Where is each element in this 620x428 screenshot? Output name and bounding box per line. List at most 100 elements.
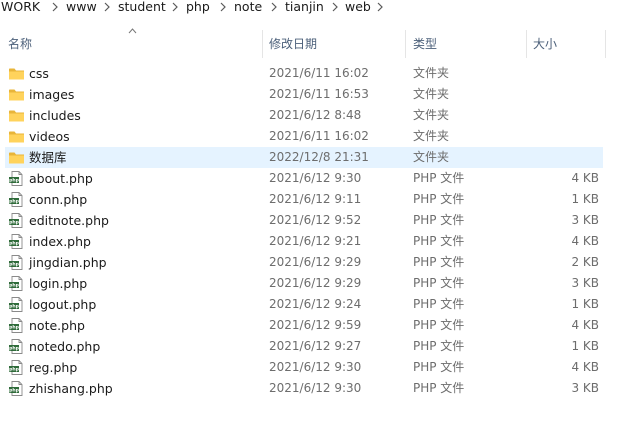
file-row[interactable]: php notedo.php 2021/6/12 9:27 PHP 文件 1 KB xyxy=(0,336,620,357)
breadcrumb-item-web[interactable]: web xyxy=(345,0,371,14)
svg-text:php: php xyxy=(9,199,20,205)
file-name: index.php xyxy=(29,234,91,249)
svg-text:php: php xyxy=(9,388,20,394)
column-header-size[interactable]: 大小 xyxy=(533,30,557,58)
breadcrumb-item-php[interactable]: php xyxy=(186,0,210,14)
file-row[interactable]: php about.php 2021/6/12 9:30 PHP 文件 4 KB xyxy=(0,168,620,189)
chevron-right-icon[interactable] xyxy=(332,2,338,12)
file-name: notedo.php xyxy=(29,339,101,354)
file-row[interactable]: php zhishang.php 2021/6/12 9:30 PHP 文件 3 KB xyxy=(0,378,620,399)
file-row[interactable]: php jingdian.php 2021/6/12 9:29 PHP 文件 2 KB xyxy=(0,252,620,273)
php-file-icon: php xyxy=(8,380,25,397)
chevron-right-icon[interactable] xyxy=(220,2,226,12)
file-row[interactable]: php reg.php 2021/6/12 9:30 PHP 文件 4 KB xyxy=(0,357,620,378)
file-row[interactable]: videos 2021/6/11 16:02 文件夹 xyxy=(0,126,620,147)
file-type: 文件夹 xyxy=(413,129,450,143)
breadcrumb-item-student[interactable]: student xyxy=(118,0,166,14)
file-type: PHP 文件 xyxy=(413,234,465,248)
php-file-icon: php xyxy=(8,191,25,208)
svg-text:php: php xyxy=(9,178,20,184)
file-modified-date: 2021/6/12 9:29 xyxy=(269,276,362,290)
chevron-right-icon[interactable] xyxy=(377,2,383,12)
file-name: reg.php xyxy=(29,360,78,375)
column-header-date[interactable]: 修改日期 xyxy=(269,30,317,58)
file-size: 3 KB xyxy=(571,381,599,395)
file-name: jingdian.php xyxy=(29,255,107,270)
file-modified-date: 2021/6/12 9:30 xyxy=(269,360,362,374)
chevron-right-icon[interactable] xyxy=(104,2,110,12)
file-row[interactable]: php logout.php 2021/6/12 9:24 PHP 文件 1 KB xyxy=(0,294,620,315)
file-list: css 2021/6/11 16:02 文件夹 images 2021/6/11 16:… xyxy=(0,63,620,399)
svg-text:php: php xyxy=(9,283,20,289)
file-modified-date: 2021/6/12 9:24 xyxy=(269,297,362,311)
file-name: includes xyxy=(29,108,81,123)
file-type: PHP 文件 xyxy=(413,381,465,395)
file-size: 1 KB xyxy=(571,339,599,353)
file-modified-date: 2021/6/12 9:11 xyxy=(269,192,362,206)
file-type: 文件夹 xyxy=(413,66,450,80)
column-header-name[interactable]: 名称 xyxy=(8,30,32,58)
file-name: videos xyxy=(29,129,70,144)
file-type: PHP 文件 xyxy=(413,255,465,269)
php-file-icon: php xyxy=(8,359,25,376)
svg-text:php: php xyxy=(9,367,20,373)
file-size: 1 KB xyxy=(571,297,599,311)
file-row[interactable]: php index.php 2021/6/12 9:21 PHP 文件 4 KB xyxy=(0,231,620,252)
column-divider[interactable] xyxy=(605,30,606,58)
chevron-right-icon[interactable] xyxy=(52,2,58,12)
breadcrumb-item-www[interactable]: www xyxy=(66,0,97,14)
svg-text:php: php xyxy=(9,262,20,268)
file-modified-date: 2021/6/12 9:30 xyxy=(269,381,362,395)
breadcrumb-item-tianjin[interactable]: tianjin xyxy=(285,0,324,14)
file-row[interactable]: 数据库 2022/12/8 21:31 文件夹 xyxy=(0,147,620,168)
column-divider[interactable] xyxy=(262,30,263,58)
file-modified-date: 2021/6/12 9:27 xyxy=(269,339,362,353)
file-size: 4 KB xyxy=(571,360,599,374)
file-size: 4 KB xyxy=(571,318,599,332)
file-row[interactable]: css 2021/6/11 16:02 文件夹 xyxy=(0,63,620,84)
file-modified-date: 2021/6/11 16:02 xyxy=(269,66,369,80)
file-row[interactable]: php login.php 2021/6/12 9:29 PHP 文件 3 KB xyxy=(0,273,620,294)
file-size: 2 KB xyxy=(571,255,599,269)
file-type: PHP 文件 xyxy=(413,318,465,332)
file-name: zhishang.php xyxy=(29,381,113,396)
file-name: css xyxy=(29,66,49,81)
file-name: editnote.php xyxy=(29,213,109,228)
file-type: PHP 文件 xyxy=(413,213,465,227)
chevron-right-icon[interactable] xyxy=(271,2,277,12)
file-row[interactable]: php conn.php 2021/6/12 9:11 PHP 文件 1 KB xyxy=(0,189,620,210)
file-name: about.php xyxy=(29,171,93,186)
breadcrumb-item-work[interactable]: WORK xyxy=(1,0,40,14)
file-name: 数据库 xyxy=(29,150,67,165)
file-row[interactable]: php editnote.php 2021/6/12 9:52 PHP 文件 3 KB xyxy=(0,210,620,231)
file-modified-date: 2021/6/12 9:29 xyxy=(269,255,362,269)
php-file-icon: php xyxy=(8,296,25,313)
file-row[interactable]: php note.php 2021/6/12 9:59 PHP 文件 4 KB xyxy=(0,315,620,336)
file-name: note.php xyxy=(29,318,85,333)
file-size: 4 KB xyxy=(571,234,599,248)
file-modified-date: 2021/6/12 9:30 xyxy=(269,171,362,185)
chevron-right-icon[interactable] xyxy=(172,2,178,12)
breadcrumb: WORK www student php note tianjin web xyxy=(0,0,620,16)
file-modified-date: 2021/6/12 9:59 xyxy=(269,318,362,332)
file-type: 文件夹 xyxy=(413,150,450,164)
svg-text:php: php xyxy=(9,325,20,331)
file-row[interactable]: images 2021/6/11 16:53 文件夹 xyxy=(0,84,620,105)
file-row[interactable]: includes 2021/6/12 8:48 文件夹 xyxy=(0,105,620,126)
file-modified-date: 2021/6/11 16:02 xyxy=(269,129,369,143)
folder-icon xyxy=(8,128,25,145)
folder-icon xyxy=(8,65,25,82)
column-header-type[interactable]: 类型 xyxy=(413,30,437,58)
column-divider[interactable] xyxy=(405,30,406,58)
file-type: PHP 文件 xyxy=(413,339,465,353)
column-divider[interactable] xyxy=(526,30,527,58)
svg-text:php: php xyxy=(9,241,20,247)
folder-icon xyxy=(8,149,25,166)
breadcrumb-item-note[interactable]: note xyxy=(234,0,262,14)
file-size: 1 KB xyxy=(571,192,599,206)
file-size: 3 KB xyxy=(571,213,599,227)
file-name: conn.php xyxy=(29,192,88,207)
file-modified-date: 2021/6/11 16:53 xyxy=(269,87,369,101)
file-type: PHP 文件 xyxy=(413,276,465,290)
php-file-icon: php xyxy=(8,338,25,355)
